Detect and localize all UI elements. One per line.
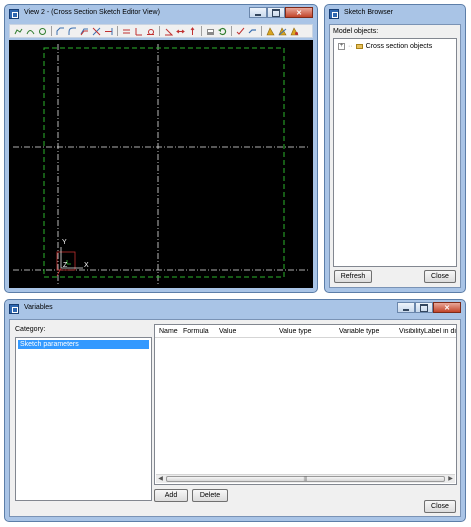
- variables-window: Variables Category: Sketch parameters Na…: [4, 299, 466, 522]
- variables-close-button[interactable]: Close: [424, 500, 456, 513]
- variables-icon[interactable]: [205, 26, 216, 37]
- app-icon: [9, 304, 19, 314]
- tree-item-label: Cross section objects: [365, 43, 433, 50]
- column-value-type[interactable]: Value type: [279, 328, 312, 335]
- scroll-thumb[interactable]: |||: [166, 476, 445, 482]
- toolbar-separator: [117, 26, 118, 36]
- parallel-constraint-icon[interactable]: [121, 26, 132, 37]
- refresh-button[interactable]: Refresh: [334, 270, 372, 283]
- sketch-browser-close-button[interactable]: Close: [424, 270, 456, 283]
- view-window: View 2 - (Cross Section Sketch Editor Vi…: [4, 4, 318, 293]
- maximize-icon[interactable]: [415, 302, 433, 313]
- polyline-icon[interactable]: [13, 26, 24, 37]
- sketch-outline: [43, 47, 285, 278]
- category-item[interactable]: Sketch parameters: [18, 340, 149, 349]
- category-label: Category:: [15, 326, 46, 333]
- sketch-browser-titlebar[interactable]: Sketch Browser: [325, 5, 465, 22]
- minimize-icon[interactable]: [397, 302, 415, 313]
- tangent-constraint-icon[interactable]: [145, 26, 156, 37]
- column-value[interactable]: Value: [219, 328, 236, 335]
- toolbar-separator: [51, 26, 52, 36]
- tool-c-icon[interactable]: [289, 26, 300, 37]
- grid-header: Name Formula Value Value type Variable t…: [155, 325, 456, 338]
- origin-axes: [56, 247, 83, 277]
- scroll-right-icon[interactable]: ▶: [446, 475, 455, 483]
- variables-client: Category: Sketch parameters Name Formula…: [9, 319, 461, 517]
- sketch-browser-title: Sketch Browser: [344, 9, 394, 16]
- column-name[interactable]: Name: [159, 328, 178, 335]
- arc-icon[interactable]: [25, 26, 36, 37]
- sketch-browser-client: Model objects: + ·· Cross section object…: [329, 24, 461, 288]
- column-visibility[interactable]: Visibility: [399, 328, 424, 335]
- sketch-toolbar: [9, 24, 313, 38]
- tool-b-icon[interactable]: [277, 26, 288, 37]
- variables-title: Variables: [24, 304, 53, 311]
- toolbar-separator: [159, 26, 160, 36]
- sketch-drawing: [13, 44, 309, 286]
- column-label-in-dialog[interactable]: Label in dialo: [424, 328, 456, 335]
- close-icon[interactable]: [433, 302, 461, 313]
- expand-icon[interactable]: +: [338, 43, 345, 50]
- variables-grid[interactable]: Name Formula Value Value type Variable t…: [154, 324, 457, 485]
- dimension-angle-icon[interactable]: [163, 26, 174, 37]
- sketch-browser-window: Sketch Browser Model objects: + ·· Cross…: [324, 4, 466, 293]
- reinforcement-icon[interactable]: [247, 26, 258, 37]
- app-icon: [9, 9, 19, 19]
- sketch-canvas[interactable]: Y X Z: [9, 40, 313, 288]
- dotted-connector-icon: ··: [348, 43, 353, 50]
- minimize-icon[interactable]: [249, 7, 267, 18]
- check-sketch-icon[interactable]: [235, 26, 246, 37]
- tree-item-cross-section-objects[interactable]: + ·· Cross section objects: [338, 43, 432, 50]
- app-icon: [329, 9, 339, 19]
- toolbar-separator: [201, 26, 202, 36]
- column-formula[interactable]: Formula: [183, 328, 209, 335]
- horizontal-scrollbar[interactable]: ◀ ||| ▶: [156, 474, 455, 483]
- axis-label-x: X: [84, 262, 89, 269]
- tool-a-icon[interactable]: [265, 26, 276, 37]
- category-list[interactable]: Sketch parameters: [15, 337, 152, 501]
- variables-titlebar[interactable]: Variables: [5, 300, 465, 317]
- folder-icon: [355, 44, 363, 49]
- view-title: View 2 - (Cross Section Sketch Editor Vi…: [24, 9, 160, 16]
- toolbar-separator: [261, 26, 262, 36]
- refresh-sketch-icon[interactable]: [217, 26, 228, 37]
- view-titlebar[interactable]: View 2 - (Cross Section Sketch Editor Vi…: [5, 5, 317, 22]
- add-button[interactable]: Add: [154, 489, 188, 502]
- extend-icon[interactable]: [103, 26, 114, 37]
- scroll-left-icon[interactable]: ◀: [156, 475, 165, 483]
- offset-icon[interactable]: [79, 26, 90, 37]
- column-variable-type[interactable]: Variable type: [339, 328, 379, 335]
- model-objects-tree[interactable]: + ·· Cross section objects: [333, 38, 457, 267]
- close-icon[interactable]: [285, 7, 313, 18]
- toolbar-separator: [231, 26, 232, 36]
- axis-label-y: Y: [62, 239, 67, 246]
- fillet-icon[interactable]: [67, 26, 78, 37]
- chamfer-icon[interactable]: [55, 26, 66, 37]
- circle-icon[interactable]: [37, 26, 48, 37]
- trim-icon[interactable]: [91, 26, 102, 37]
- perpendicular-constraint-icon[interactable]: [133, 26, 144, 37]
- model-objects-label: Model objects:: [333, 28, 379, 35]
- dimension-vertical-icon[interactable]: [187, 26, 198, 37]
- axis-label-z: Z: [63, 262, 68, 269]
- delete-button[interactable]: Delete: [192, 489, 228, 502]
- maximize-icon[interactable]: [267, 7, 285, 18]
- dimension-horizontal-icon[interactable]: [175, 26, 186, 37]
